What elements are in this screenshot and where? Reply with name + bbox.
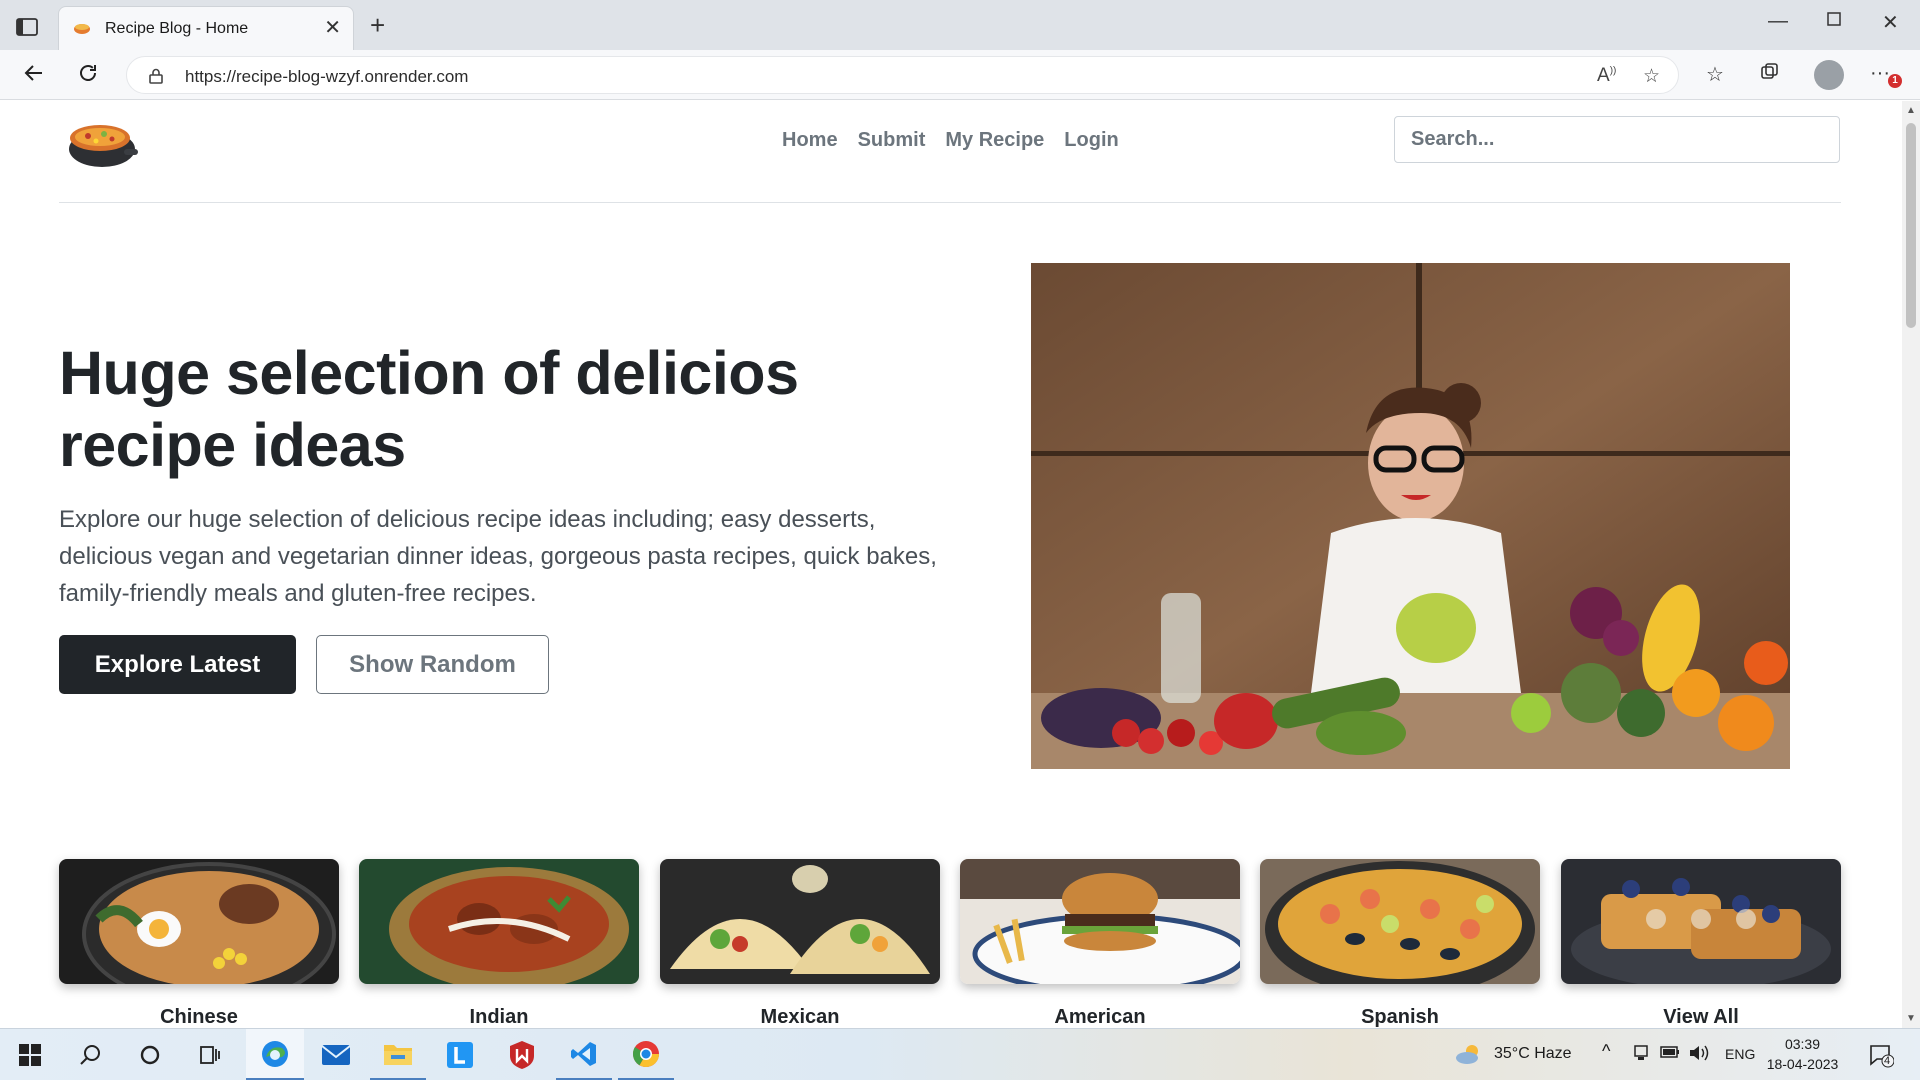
file-explorer-icon[interactable] (370, 1029, 426, 1080)
mcafee-icon[interactable] (494, 1029, 550, 1080)
scroll-up-icon[interactable]: ▲ (1906, 105, 1916, 116)
hero-title: Huge selection of delicios recipe ideas (59, 339, 799, 479)
favorites-icon[interactable]: ☆ (1706, 62, 1724, 87)
system-clock[interactable]: 03:39 18-04-2023 (1765, 1034, 1840, 1074)
clock-time: 03:39 (1784, 1036, 1821, 1052)
read-aloud-icon[interactable]: A)) (1597, 65, 1616, 87)
nav-login[interactable]: Login (1064, 129, 1118, 152)
category-label[interactable]: American (960, 1006, 1240, 1028)
explore-latest-button[interactable]: Explore Latest (59, 635, 296, 694)
category-label[interactable]: Spanish (1260, 1006, 1540, 1028)
category-image-view-all[interactable] (1561, 859, 1841, 984)
category-image-spanish[interactable] (1260, 859, 1540, 984)
notification-count: 4 (1884, 1055, 1891, 1067)
header-divider (59, 202, 1841, 203)
site-logo[interactable] (66, 111, 138, 171)
scrollbar-thumb[interactable] (1906, 123, 1916, 328)
browser-tab-active[interactable]: Recipe Blog - Home ✕ (58, 6, 354, 50)
web-page: Home Submit My Recipe Login Huge selecti… (0, 101, 1902, 1028)
task-view-icon[interactable] (182, 1029, 238, 1080)
tab-actions-icon[interactable] (16, 17, 40, 39)
profile-avatar[interactable] (1814, 60, 1844, 90)
category-card-spanish[interactable]: Spanish (1260, 859, 1540, 1028)
show-random-button[interactable]: Show Random (316, 635, 549, 694)
category-card-mexican[interactable]: Mexican (660, 859, 940, 1028)
category-card-chinese[interactable]: Chinese (59, 859, 339, 1028)
search-icon[interactable] (62, 1029, 118, 1080)
category-card-view-all[interactable]: View All (1561, 859, 1841, 1028)
clock-date: 18-04-2023 (1766, 1056, 1839, 1072)
close-window-icon[interactable]: ✕ (1882, 10, 1899, 35)
back-icon[interactable] (22, 61, 46, 91)
device-icon[interactable] (1632, 1044, 1650, 1067)
category-image-indian[interactable] (359, 859, 639, 984)
more-options-icon[interactable]: ··· (1870, 62, 1890, 85)
refresh-icon[interactable] (76, 61, 100, 91)
windows-start-icon[interactable] (2, 1029, 58, 1080)
nav-submit[interactable]: Submit (858, 129, 926, 152)
maximize-icon[interactable] (1826, 10, 1842, 33)
nav-home[interactable]: Home (782, 129, 838, 152)
category-label[interactable]: Chinese (59, 1006, 339, 1028)
tab-close-icon[interactable]: ✕ (324, 17, 341, 39)
l-app-icon[interactable] (432, 1029, 488, 1080)
url-text[interactable]: https://recipe-blog-wzyf.onrender.com (185, 67, 468, 87)
new-tab-icon[interactable]: + (370, 12, 385, 38)
cortana-icon[interactable] (122, 1029, 178, 1080)
category-card-indian[interactable]: Indian (359, 859, 639, 1028)
tab-title: Recipe Blog - Home (105, 20, 249, 37)
scroll-down-icon[interactable]: ▼ (1906, 1013, 1916, 1024)
browser-notification-badge: 1 (1888, 74, 1902, 88)
collections-icon[interactable] (1760, 62, 1780, 88)
hero-image (1031, 263, 1790, 769)
page-scrollbar[interactable]: ▲ ▼ (1902, 101, 1920, 1028)
lock-icon[interactable] (149, 68, 163, 89)
minimize-icon[interactable]: — (1768, 10, 1788, 33)
volume-icon[interactable] (1688, 1043, 1710, 1068)
browser-tab-bar: Recipe Blog - Home ✕ + — ✕ (0, 0, 1920, 50)
battery-icon[interactable] (1660, 1045, 1680, 1064)
chrome-icon[interactable] (618, 1029, 674, 1080)
weather-icon[interactable] (1454, 1042, 1484, 1071)
language-indicator[interactable]: ENG (1725, 1046, 1755, 1062)
url-field[interactable]: https://recipe-blog-wzyf.onrender.com A)… (126, 56, 1679, 94)
windows-taskbar: 35°C Haze ^ ENG 03:39 18-04-2023 4 (0, 1028, 1920, 1080)
recipe-favicon-icon (73, 20, 91, 41)
category-image-mexican[interactable] (660, 859, 940, 984)
category-label[interactable]: Indian (359, 1006, 639, 1028)
weather-text[interactable]: 35°C Haze (1494, 1045, 1572, 1063)
add-favorite-icon[interactable]: ☆ (1643, 65, 1660, 88)
chevron-up-icon[interactable]: ^ (1602, 1041, 1610, 1062)
category-image-american[interactable] (960, 859, 1240, 984)
hero-description: Explore our huge selection of delicious … (59, 506, 937, 607)
edge-browser-icon[interactable] (246, 1029, 304, 1080)
vscode-icon[interactable] (556, 1029, 612, 1080)
mail-icon[interactable] (308, 1029, 364, 1080)
category-image-chinese[interactable] (59, 859, 339, 984)
search-input[interactable] (1394, 116, 1840, 163)
address-bar-row: https://recipe-blog-wzyf.onrender.com A)… (0, 50, 1920, 100)
category-label[interactable]: Mexican (660, 1006, 940, 1028)
category-label[interactable]: View All (1561, 1006, 1841, 1028)
nav-my-recipe[interactable]: My Recipe (945, 129, 1044, 152)
main-nav: Home Submit My Recipe Login (782, 129, 1119, 152)
category-card-american[interactable]: American (960, 859, 1240, 1028)
